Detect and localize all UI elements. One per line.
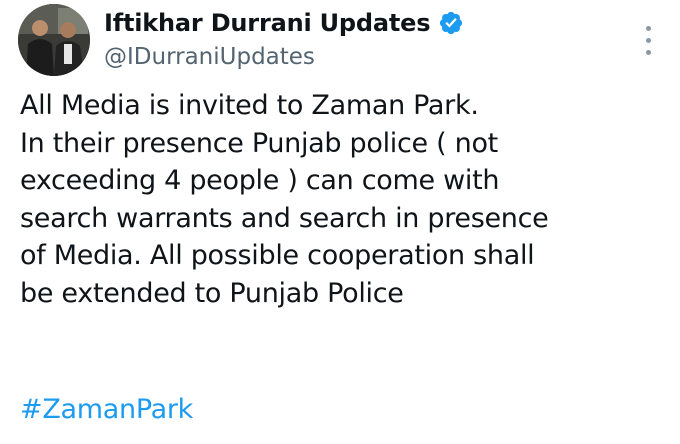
more-options-button[interactable] xyxy=(640,24,658,58)
tweet-header: Iftikhar Durrani Updates @IDurraniUpdate… xyxy=(0,0,680,90)
hashtag-link[interactable]: #ZamanPark xyxy=(20,394,193,425)
author-handle[interactable]: @IDurraniUpdates xyxy=(104,44,464,70)
name-row: Iftikhar Durrani Updates xyxy=(104,6,464,40)
more-vertical-icon xyxy=(646,38,651,43)
more-vertical-icon xyxy=(646,50,651,55)
avatar[interactable] xyxy=(18,4,90,76)
tweet-text-line: exceeding 4 people ) can come with xyxy=(20,165,500,197)
tweet-text-line: be extended to Punjab Police xyxy=(20,277,404,309)
author-info: Iftikhar Durrani Updates @IDurraniUpdate… xyxy=(104,6,464,70)
profile-photo-icon xyxy=(18,4,90,76)
more-vertical-icon xyxy=(646,26,651,31)
tweet-text-line: search warrants and search in presence xyxy=(20,202,549,234)
verified-badge-icon[interactable] xyxy=(438,10,464,36)
tweet-text-line: of Media. All possible cooperation shall xyxy=(20,240,535,272)
tweet-text-line: All Media is invited to Zaman Park. xyxy=(20,90,479,121)
tweet-text: All Media is invited to Zaman Park. In t… xyxy=(20,87,665,313)
author-display-name[interactable]: Iftikhar Durrani Updates xyxy=(104,9,431,37)
tweet-text-line: In their presence Punjab police ( not xyxy=(20,127,498,159)
tweet-card: Iftikhar Durrani Updates @IDurraniUpdate… xyxy=(0,0,680,444)
